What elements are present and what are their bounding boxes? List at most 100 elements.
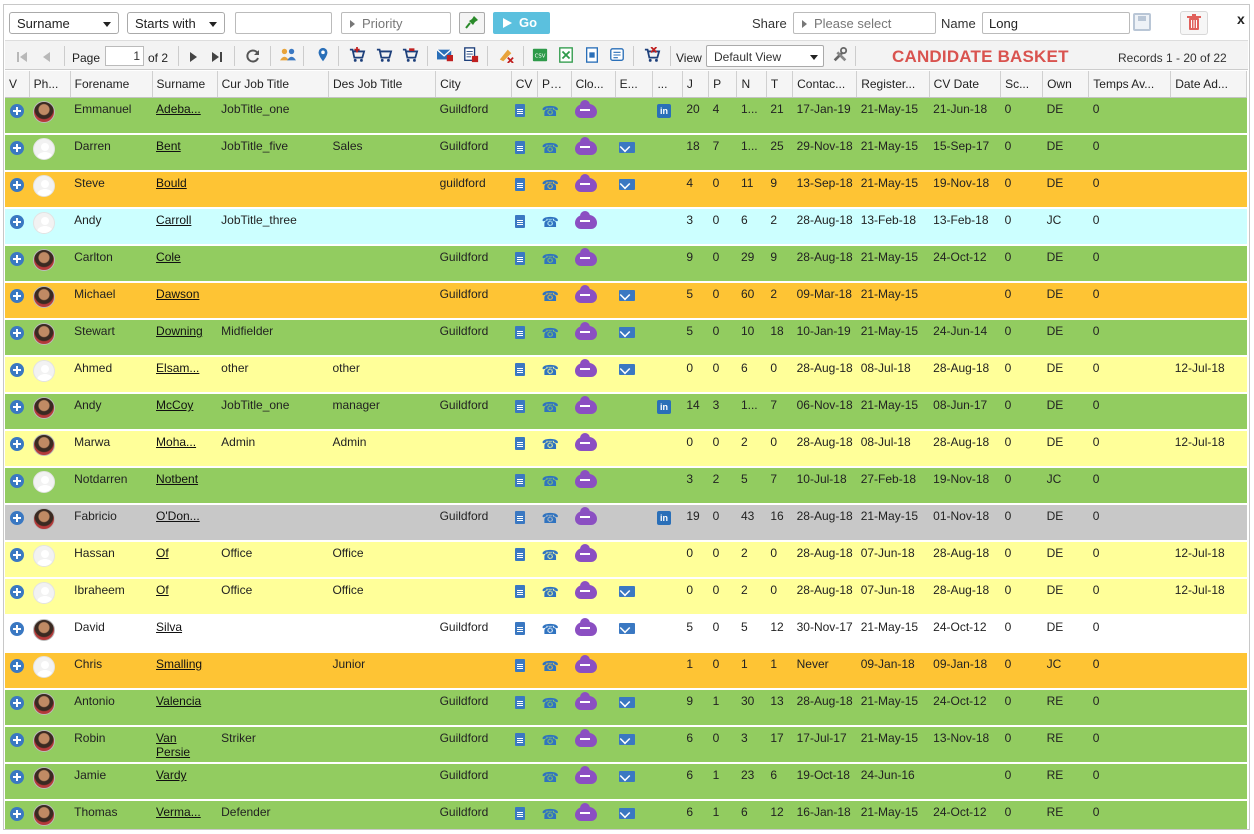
phone-icon[interactable]: ☎ (541, 178, 558, 192)
cloud-icon[interactable] (575, 618, 598, 636)
table-row[interactable]: Andy McCoy JobTitle_one manager Guildford ☎ in… (5, 393, 1247, 431)
phone-icon[interactable]: ☎ (541, 289, 558, 303)
envelope-icon[interactable] (619, 327, 636, 338)
table-row[interactable]: Michael Dawson Guildford ☎ 5 0 60 2 09-Mar-18 21-… (5, 282, 1247, 320)
phone-icon[interactable]: ☎ (541, 696, 558, 710)
envelope-icon[interactable] (619, 697, 636, 708)
plus-circle-icon[interactable] (10, 511, 24, 525)
surname-link[interactable]: Bent (152, 134, 218, 172)
document-icon[interactable] (515, 474, 526, 487)
surname-link[interactable]: Elsam... (152, 356, 218, 394)
envelope-icon[interactable] (619, 290, 636, 301)
surname-link[interactable]: Of (152, 541, 218, 579)
column-header[interactable]: Forename (70, 71, 153, 98)
cloud-icon[interactable] (575, 803, 598, 821)
column-header[interactable]: Sc... (1000, 71, 1044, 98)
document-icon[interactable] (515, 141, 526, 154)
column-header[interactable]: T (766, 71, 794, 98)
cloud-icon[interactable] (575, 322, 598, 340)
table-row[interactable]: Antonio Valencia Guildford ☎ 9 1 30 13 28-Aug-18… (5, 689, 1247, 727)
remove-tag-icon[interactable] (496, 47, 516, 63)
surname-link[interactable]: McCoy (152, 393, 218, 431)
plus-circle-icon[interactable] (10, 289, 24, 303)
linkedin-icon[interactable]: in (656, 103, 671, 118)
plus-circle-icon[interactable] (10, 363, 24, 377)
table-row[interactable]: Andy Carroll JobTitle_three ☎ 3 0 6 2 28-Aug-18 1… (5, 208, 1247, 246)
save-icon[interactable] (1133, 13, 1151, 31)
table-row[interactable]: Fabricio O'Don... Guildford ☎ in 19 0 43 16 28-Au… (5, 503, 1247, 542)
cloud-icon[interactable] (575, 433, 598, 451)
pin-button[interactable] (459, 12, 485, 34)
phone-icon[interactable]: ☎ (541, 326, 558, 340)
phone-icon[interactable]: ☎ (541, 585, 558, 599)
cloud-icon[interactable] (575, 174, 598, 192)
phone-icon[interactable]: ☎ (541, 104, 558, 118)
column-header[interactable]: Cur Job Title (217, 71, 329, 98)
plus-circle-icon[interactable] (10, 733, 24, 747)
column-header[interactable]: Own (1042, 71, 1090, 98)
table-row[interactable]: Hassan Of Office Office ☎ 0 0 2 0 28-Aug-18 07-Jun… (5, 541, 1247, 579)
column-header[interactable]: P (708, 71, 738, 98)
first-page-icon[interactable] (15, 49, 29, 65)
surname-link[interactable]: Silva (152, 615, 218, 653)
cloud-icon[interactable] (575, 137, 598, 155)
surname-link[interactable]: Van Persie (152, 726, 218, 764)
phone-icon[interactable]: ☎ (541, 659, 558, 673)
notes-icon[interactable] (608, 47, 626, 63)
plus-circle-icon[interactable] (10, 474, 24, 488)
table-row[interactable]: Robin Van Persie Striker Guildford ☎ 6 0 3 17 17-… (5, 726, 1247, 764)
column-header[interactable]: N (736, 71, 767, 98)
cloud-icon[interactable] (575, 285, 598, 303)
cloud-icon[interactable] (575, 692, 598, 710)
document-icon[interactable] (515, 178, 526, 191)
word-export-icon[interactable] (583, 47, 601, 63)
column-header[interactable]: E... (615, 71, 654, 98)
column-header[interactable]: J (682, 71, 710, 98)
filter-value-input[interactable] (235, 12, 332, 34)
phone-icon[interactable]: ☎ (541, 363, 558, 377)
close-button[interactable]: x (1237, 11, 1245, 27)
table-row[interactable]: Darren Bent JobTitle_five Sales Guildford ☎ 18… (5, 134, 1247, 172)
phone-icon[interactable]: ☎ (541, 141, 558, 155)
plus-circle-icon[interactable] (10, 215, 24, 229)
envelope-icon[interactable] (619, 771, 636, 782)
table-row[interactable]: Jamie Vardy Guildford ☎ 6 1 23 6 19-Oct-18 24-Jun… (5, 763, 1247, 801)
phone-icon[interactable]: ☎ (541, 215, 558, 229)
cloud-icon[interactable] (575, 766, 598, 784)
plus-circle-icon[interactable] (10, 400, 24, 414)
column-header[interactable]: ... (652, 71, 683, 98)
cloud-icon[interactable] (575, 211, 598, 229)
surname-link[interactable]: Adeba... (152, 97, 218, 135)
plus-circle-icon[interactable] (10, 103, 24, 118)
map-pin-icon[interactable] (316, 47, 330, 63)
surname-link[interactable]: Verma... (152, 800, 218, 829)
table-row[interactable]: Thomas Verma... Defender Guildford ☎ 6 1 6 12 16-… (5, 800, 1247, 829)
surname-link[interactable]: Notbent (152, 467, 218, 505)
cloud-icon[interactable] (575, 729, 598, 747)
envelope-icon[interactable] (619, 142, 636, 153)
table-row[interactable]: Marwa Moha... Admin Admin ☎ 0 0 2 0 28-Aug-18 08-J… (5, 430, 1247, 468)
basket-icon[interactable] (374, 47, 394, 63)
document-icon[interactable] (515, 622, 526, 635)
table-row[interactable]: Carlton Cole Guildford ☎ 9 0 29 9 28-Aug-18 21-Ma… (5, 245, 1247, 283)
phone-icon[interactable]: ☎ (541, 622, 558, 636)
clear-basket-icon[interactable] (642, 47, 662, 63)
column-header[interactable]: V (5, 71, 30, 98)
tools-icon[interactable] (831, 47, 849, 63)
cloud-icon[interactable] (575, 507, 598, 525)
document-icon[interactable] (515, 363, 526, 376)
document-icon[interactable] (515, 548, 526, 561)
priority-select[interactable]: Priority (341, 12, 451, 34)
surname-link[interactable]: Dawson (152, 282, 218, 320)
document-icon[interactable] (515, 807, 526, 820)
plus-circle-icon[interactable] (10, 326, 24, 340)
table-row[interactable]: Steve Bould guildford ☎ 4 0 11 9 13-Sep-18 21-May… (5, 171, 1247, 209)
filter-field-select[interactable]: Surname (9, 12, 119, 34)
envelope-icon[interactable] (619, 586, 636, 597)
email-all-icon[interactable] (435, 47, 455, 63)
excel-export-icon[interactable] (557, 47, 575, 63)
column-header[interactable]: Contac... (792, 71, 858, 98)
phone-icon[interactable]: ☎ (541, 474, 558, 488)
column-header[interactable]: CV (511, 71, 538, 98)
export-document-icon[interactable] (461, 47, 481, 63)
